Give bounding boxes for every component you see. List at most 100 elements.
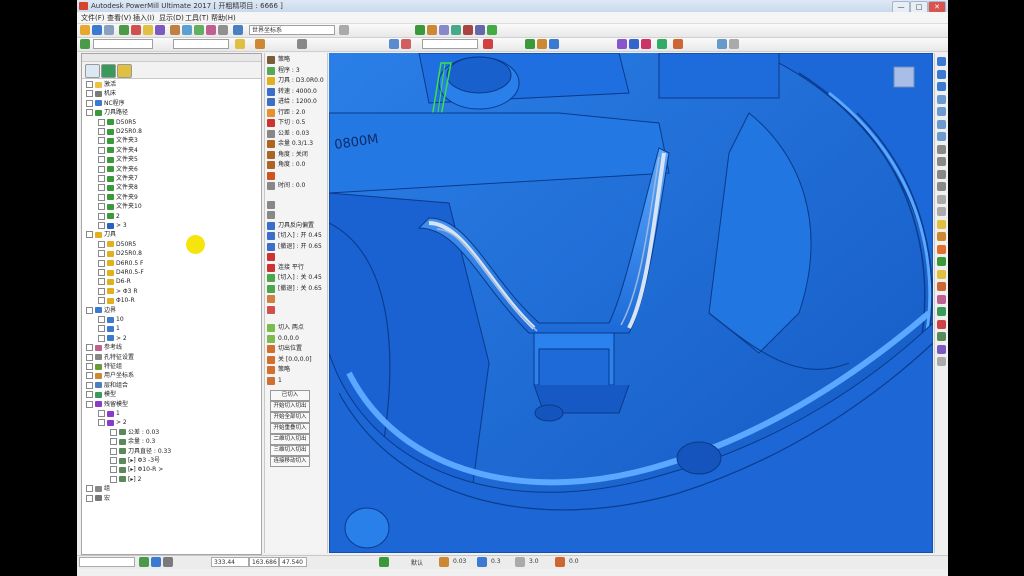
tree-item[interactable]: > 3 — [98, 221, 127, 230]
menu-insert[interactable]: 插入(I) — [133, 13, 155, 23]
info-row-icon[interactable] — [267, 129, 275, 138]
tree-item[interactable]: 用户坐标系 — [86, 371, 134, 380]
info-row-icon[interactable] — [267, 253, 275, 261]
expand-toggle-icon[interactable] — [98, 156, 105, 164]
expand-toggle-icon[interactable] — [86, 231, 93, 239]
menu-help[interactable]: 帮助(H) — [211, 13, 236, 23]
measure-view-icon[interactable] — [937, 294, 946, 304]
tree-item[interactable]: 激活 — [86, 80, 116, 89]
tree-item[interactable]: 刀具路径 — [86, 108, 128, 117]
shade-icon[interactable] — [427, 25, 437, 35]
feed-rate-icon[interactable] — [155, 25, 165, 35]
workplane-combo[interactable]: 世界坐标系 — [249, 25, 335, 35]
layer-combo[interactable] — [173, 39, 229, 49]
info-row[interactable] — [265, 294, 327, 304]
menu-view[interactable]: 查看(V) — [107, 13, 131, 23]
scale-icon[interactable] — [537, 39, 547, 49]
snap-status-icon[interactable] — [139, 557, 149, 567]
menu-display[interactable]: 显示(D) — [159, 13, 184, 23]
expand-toggle-icon[interactable] — [98, 410, 105, 417]
info-row-icon[interactable] — [267, 66, 275, 75]
tree-item[interactable]: D6R0.5 F — [98, 259, 144, 268]
leadin-button[interactable]: 三维切入切出 — [270, 445, 310, 456]
expand-toggle-icon[interactable] — [110, 475, 117, 483]
zoom-box-icon[interactable] — [717, 39, 727, 49]
slider-icon[interactable] — [297, 39, 307, 49]
expand-toggle-icon[interactable] — [110, 457, 117, 464]
highlight-icon[interactable] — [937, 244, 946, 254]
expand-toggle-icon[interactable] — [86, 81, 93, 88]
info-row[interactable]: 刀具 : D3.0R0.0 — [265, 76, 327, 86]
expand-toggle-icon[interactable] — [110, 466, 117, 474]
expand-toggle-icon[interactable] — [98, 334, 105, 342]
tree-item[interactable]: > 2 — [98, 418, 127, 427]
info-row-icon[interactable] — [267, 334, 275, 343]
rotate-view-icon[interactable] — [937, 207, 946, 216]
rapid-move-icon[interactable] — [131, 25, 141, 35]
info-row[interactable]: 策略 — [265, 365, 327, 375]
wireframe-view-icon[interactable] — [937, 232, 946, 241]
units-icon[interactable] — [379, 557, 389, 567]
tree-item[interactable]: 文件夹5 — [98, 155, 138, 164]
zoom-box-icon[interactable] — [937, 182, 946, 191]
light-icon[interactable] — [235, 39, 245, 49]
stock-view-icon[interactable] — [937, 332, 946, 341]
mirror-icon[interactable] — [525, 39, 535, 49]
block-view-icon[interactable] — [937, 319, 946, 329]
expand-toggle-icon[interactable] — [98, 419, 105, 427]
tree-item[interactable]: 1 — [98, 324, 120, 333]
expand-toggle-icon[interactable] — [86, 90, 93, 98]
expand-toggle-icon[interactable] — [86, 494, 93, 502]
leadin-button[interactable]: 连接移动切入 — [270, 456, 310, 467]
delete-icon[interactable] — [483, 39, 493, 49]
tree-item[interactable]: 文件夹6 — [98, 165, 138, 174]
info-row-icon[interactable] — [267, 345, 275, 353]
workplane-status-icon[interactable] — [151, 557, 161, 567]
pan-icon[interactable] — [937, 194, 946, 204]
expand-toggle-icon[interactable] — [86, 109, 93, 117]
expand-toggle-icon[interactable] — [86, 353, 93, 361]
info-row[interactable]: 策略 — [265, 55, 327, 65]
expand-toggle-icon[interactable] — [98, 269, 105, 276]
tree-item[interactable]: 10 — [98, 315, 124, 324]
info-row-icon[interactable] — [267, 200, 275, 209]
tool-view-icon[interactable] — [937, 307, 946, 316]
snap-icon[interactable] — [389, 39, 399, 49]
explorer-tab[interactable] — [85, 64, 100, 78]
zoom-fit-icon[interactable] — [937, 169, 946, 179]
globe-tab[interactable] — [101, 64, 116, 78]
info-row-icon[interactable] — [267, 274, 275, 282]
tree-item[interactable]: D6-R — [98, 277, 131, 286]
tree-item[interactable]: 组 — [86, 484, 110, 493]
expand-toggle-icon[interactable] — [98, 165, 105, 173]
levels-icon[interactable] — [218, 25, 228, 35]
transparency-icon[interactable] — [937, 257, 946, 266]
expand-toggle-icon[interactable] — [98, 316, 105, 323]
tree-item[interactable]: 层和组合 — [86, 381, 128, 390]
info-row-icon[interactable] — [267, 119, 275, 127]
info-row-icon[interactable] — [267, 150, 275, 159]
block-icon[interactable] — [119, 25, 129, 35]
info-row[interactable]: 转速 : 4000.0 — [265, 87, 327, 97]
menu-file[interactable]: 文件(F) — [81, 13, 105, 23]
info-row-icon[interactable] — [267, 242, 275, 251]
section-icon[interactable] — [657, 39, 667, 49]
pattern-icon[interactable] — [194, 25, 204, 35]
expand-toggle-icon[interactable] — [110, 438, 117, 446]
tree-item[interactable]: 公差 : 0.03 — [110, 428, 159, 437]
measure-icon[interactable] — [673, 39, 683, 49]
view-icon[interactable] — [415, 25, 425, 35]
info-row[interactable]: 时间 : 0.0 — [265, 181, 327, 191]
cursor-icon[interactable] — [255, 39, 265, 49]
info-row-icon[interactable] — [267, 366, 275, 374]
expand-toggle-icon[interactable] — [98, 175, 105, 182]
leadin-button[interactable]: 已切入 — [270, 390, 310, 401]
rotate-icon[interactable] — [549, 39, 559, 49]
expand-toggle-icon[interactable] — [86, 344, 93, 352]
go-icon[interactable] — [487, 25, 497, 35]
leadin-button[interactable]: 二维切入切出 — [270, 434, 310, 445]
info-row-icon[interactable] — [267, 140, 275, 148]
info-row[interactable]: [切入] : 关 0.45 — [265, 273, 327, 283]
reset-view-icon[interactable] — [937, 357, 946, 366]
expand-toggle-icon[interactable] — [86, 400, 93, 408]
